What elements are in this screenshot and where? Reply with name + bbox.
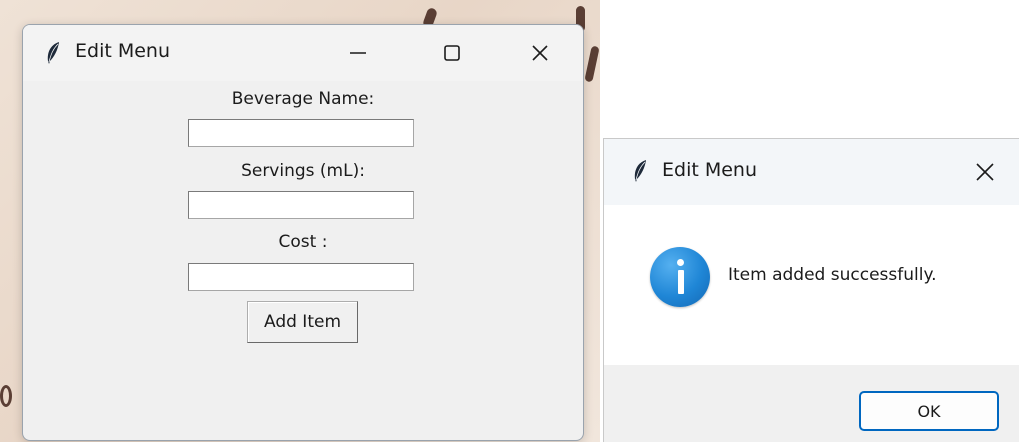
- dialog-titlebar[interactable]: Edit Menu: [604, 139, 1019, 205]
- info-icon-bar: [677, 270, 684, 294]
- wallpaper-stroke: [0, 385, 12, 407]
- edit-menu-window: Edit Menu Beverage Name: Servings (mL):: [22, 24, 584, 441]
- ok-button[interactable]: OK: [859, 391, 999, 431]
- minimize-button[interactable]: [313, 25, 403, 81]
- beverage-name-input[interactable]: [188, 119, 414, 147]
- maximize-button[interactable]: [407, 25, 497, 81]
- beverage-name-label: Beverage Name:: [231, 89, 375, 109]
- close-icon: [976, 163, 994, 181]
- add-item-button[interactable]: Add Item: [247, 301, 358, 343]
- servings-input[interactable]: [188, 191, 414, 219]
- dialog-title: Edit Menu: [662, 159, 757, 181]
- info-icon: [650, 247, 710, 307]
- window-title: Edit Menu: [75, 40, 170, 62]
- dialog-body: Item added successfully.: [604, 205, 1019, 365]
- servings-label: Servings (mL):: [241, 161, 365, 181]
- dialog-close-button[interactable]: [950, 139, 1019, 205]
- wallpaper-stroke: [584, 45, 600, 83]
- feather-icon: [47, 42, 59, 64]
- cost-label: Cost :: [278, 232, 328, 252]
- desktop: Edit Menu Beverage Name: Servings (mL):: [0, 0, 1019, 442]
- close-icon: [532, 45, 548, 61]
- dialog-message: Item added successfully.: [728, 265, 937, 285]
- dialog-footer: OK: [604, 365, 1019, 442]
- cost-input[interactable]: [188, 263, 414, 291]
- maximize-icon: [444, 45, 460, 61]
- message-dialog: Edit Menu Item added successfully. OK: [603, 138, 1019, 442]
- close-button[interactable]: [495, 25, 583, 81]
- info-icon-dot: [677, 259, 684, 266]
- window-titlebar[interactable]: Edit Menu: [23, 25, 583, 81]
- feather-icon: [634, 160, 646, 182]
- minimize-icon: [350, 52, 366, 54]
